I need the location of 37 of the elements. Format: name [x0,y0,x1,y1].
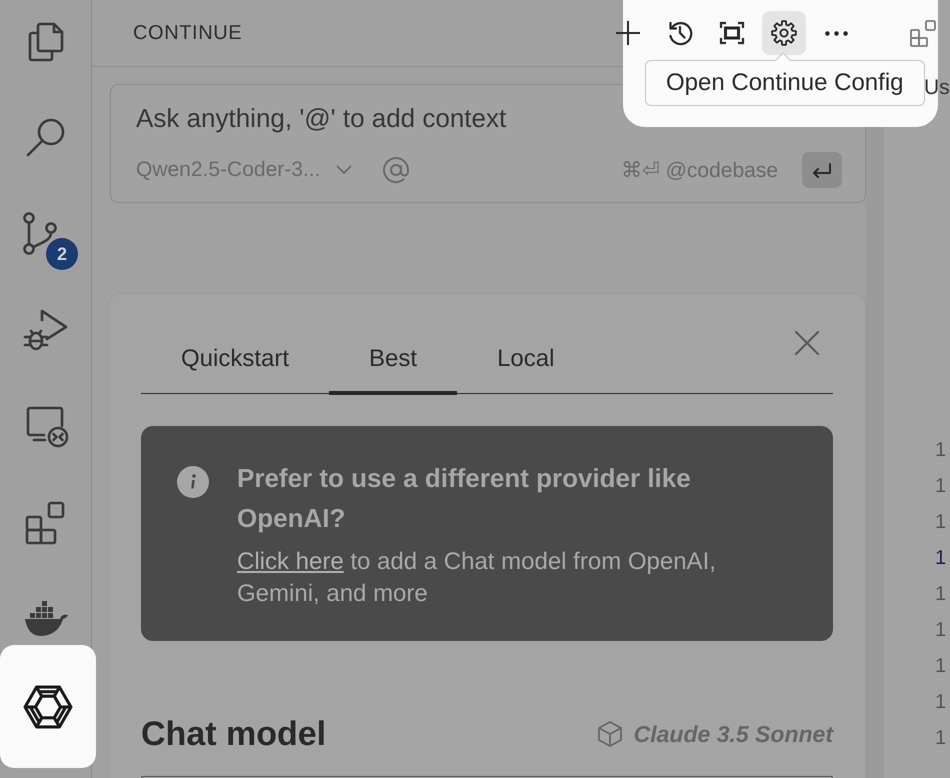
hexagon-logo-icon[interactable] [23,684,73,728]
section-heading: Chat model [141,714,326,754]
submit-button[interactable] [802,152,842,188]
tooltip: Open Continue Config [645,60,924,106]
line-number: 1 [935,690,948,715]
cube-icon [598,721,622,747]
info-icon [177,466,209,498]
branch-icon[interactable] [22,212,56,256]
ellipsis-icon [824,30,848,36]
tab[interactable]: Local [457,333,594,395]
return-icon [813,162,831,178]
line-number: 1 [935,510,948,535]
notice-text: Click here to add a Chat model from OpenAI, Gemini, and more [237,547,717,609]
line-number: 1 [935,438,948,463]
tooltip-pointer-icon [775,53,791,61]
frame-icon [718,19,746,47]
line-number: 1 [935,474,948,499]
line-number: 1 [935,654,948,679]
tab[interactable]: Quickstart [141,333,330,395]
tab[interactable]: Best [329,333,458,395]
line-number: 1 [935,582,948,607]
line-number: 1 [935,618,948,643]
plus-icon [614,19,642,47]
settings-icon [770,19,798,47]
model-name: Claude 3.5 Sonnet [634,720,833,748]
settings-button[interactable] [762,11,806,55]
line-number: 1 [935,726,948,751]
shortcut-hint: ⌘⏎ @codebase [621,158,778,182]
count-badge: 2 [46,238,78,270]
squares-icon[interactable] [910,20,936,47]
line-number: 1 [935,546,948,571]
close-icon [795,331,819,355]
close-button[interactable] [795,331,819,355]
link[interactable]: Click here [237,548,344,575]
panel-title: CONTINUE [133,22,242,44]
chevron-down-icon [336,165,352,175]
notice-title: Prefer to use a different provider like OpenAI? [237,462,692,535]
